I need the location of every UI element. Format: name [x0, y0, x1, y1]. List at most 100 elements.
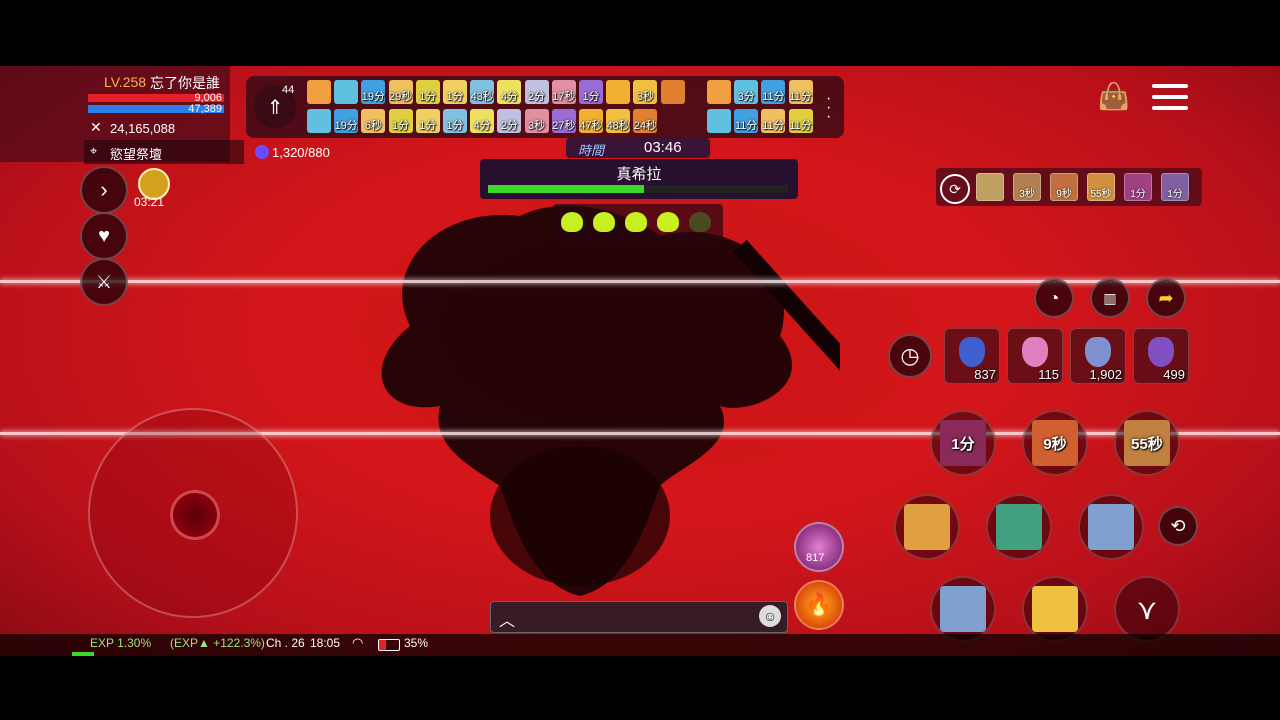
combat-power-icon: ✕	[90, 119, 102, 135]
buff-icon[interactable]	[707, 80, 731, 104]
buff-more-icon[interactable]: · · ·	[826, 91, 831, 125]
buff-icon[interactable]: 19分	[361, 80, 386, 104]
ranking-button[interactable]: ▥	[1090, 278, 1130, 318]
boss-name: 真希拉	[616, 166, 662, 183]
skill-button[interactable]: 9秒	[1022, 410, 1088, 476]
boss-life-skull-icon	[561, 212, 583, 232]
status-effect-icon[interactable]: 1分	[1124, 173, 1152, 201]
status-effect-icon[interactable]	[976, 173, 1004, 201]
emoji-icon[interactable]: ☺	[759, 605, 781, 627]
exp-bar-fill	[72, 652, 94, 656]
buff-icon[interactable]: 47秒	[579, 109, 603, 133]
buff-icon[interactable]: 43秒	[470, 80, 495, 104]
skill-label	[1088, 504, 1134, 550]
speed-gauge-button[interactable]: ◔	[1034, 278, 1074, 318]
buff-icon[interactable]: 2分	[497, 109, 522, 133]
buff-icon[interactable]: 6秒	[361, 109, 386, 133]
skill-label	[1032, 586, 1078, 632]
skill-button[interactable]	[1078, 494, 1144, 560]
buff-icon[interactable]	[606, 80, 631, 104]
buff-icon[interactable]: 2分	[524, 80, 549, 104]
status-effect-icon[interactable]: 9秒	[1050, 173, 1078, 201]
boss-hp-fill	[488, 185, 644, 193]
skill-label: 1分	[940, 420, 986, 466]
channel-text: Ch . 26	[266, 636, 305, 650]
boss-life-skull-icon	[593, 212, 615, 232]
buff-icon[interactable]: 11分	[761, 109, 786, 133]
battery-text: 35%	[404, 636, 429, 650]
buff-icon[interactable]: 1分	[415, 109, 440, 133]
settings-toggle-icon[interactable]: ⟳	[940, 174, 970, 204]
buff-icon[interactable]	[707, 109, 731, 133]
joystick-knob[interactable]	[170, 490, 220, 540]
wifi-icon: ◠	[352, 635, 364, 650]
buff-icon[interactable]	[307, 80, 331, 104]
boss-life-skull-icon	[657, 212, 679, 232]
buff-icon[interactable]	[334, 80, 359, 104]
skill-button[interactable]: 55秒	[1114, 410, 1180, 476]
status-effect-icon[interactable]: 1分	[1161, 173, 1189, 201]
skill-label: 55秒	[1124, 420, 1170, 466]
location-bar: ⌖ 慾望祭壇	[84, 140, 244, 164]
status-effect-icon[interactable]: 55秒	[1087, 173, 1115, 201]
virtual-joystick[interactable]	[88, 408, 298, 618]
skill-button[interactable]	[894, 494, 960, 560]
boss-silhouette	[381, 205, 840, 596]
main-menu-icon[interactable]	[1152, 82, 1188, 112]
boss-timer-label: 時間	[578, 143, 605, 158]
buff-icon[interactable]: 11分	[761, 80, 786, 104]
buff-icon[interactable]	[660, 80, 685, 104]
fire-skill-button[interactable]: 🔥	[794, 580, 844, 630]
cash-shop-icon[interactable]: 👜	[1096, 78, 1132, 114]
buff-icon[interactable]: 3分	[734, 80, 759, 104]
boss-lives-panel	[553, 204, 723, 242]
buff-icon[interactable]: 4分	[497, 80, 522, 104]
auto-battle-button[interactable]: ⚔	[80, 258, 128, 306]
buff-icon[interactable]: 3秒	[633, 80, 658, 104]
buff-icon[interactable]: 1分	[443, 80, 467, 104]
skill-button[interactable]: 1分	[930, 410, 996, 476]
buff-icon[interactable]: 1分	[388, 109, 413, 133]
buff-icon[interactable]: 27秒	[551, 109, 576, 133]
potion-elixir-icon[interactable]: 499	[1133, 328, 1189, 384]
skill-button[interactable]	[986, 494, 1052, 560]
swap-skill-icon[interactable]: ⟲	[1158, 506, 1198, 546]
quick-slot-button[interactable]	[794, 522, 844, 572]
quick-slot-count: 817	[806, 552, 825, 564]
buff-icon[interactable]: 1分	[579, 80, 603, 104]
expand-menu-button[interactable]: ›	[80, 166, 128, 214]
buff-icon[interactable]: 1分	[443, 109, 467, 133]
buff-icon[interactable]: 1分	[415, 80, 440, 104]
buff-icon[interactable]	[307, 109, 331, 133]
mp-value: 47,389	[188, 103, 222, 115]
skill-button[interactable]	[1022, 576, 1088, 642]
potion-pink-icon[interactable]: 115	[1007, 328, 1063, 384]
currency-gem-icon	[255, 145, 269, 159]
chat-expand-icon[interactable]: ︿	[499, 607, 515, 631]
potion-count: 115	[1038, 367, 1059, 382]
buff-icon[interactable]: 29秒	[388, 80, 413, 104]
chat-bar[interactable]: ︿ ☺	[490, 601, 788, 633]
skill-button[interactable]	[930, 576, 996, 642]
location-pin-icon: ⌖	[90, 143, 98, 158]
share-button[interactable]: ➦	[1146, 278, 1186, 318]
broken-heart-button[interactable]: ♥	[80, 212, 128, 260]
buff-icon[interactable]: 11分	[734, 109, 759, 133]
event-timer: 03:21	[134, 195, 165, 209]
buff-icon[interactable]: 48秒	[606, 109, 631, 133]
buff-icon[interactable]: 4分	[470, 109, 495, 133]
cooldown-clock-button[interactable]: ◷	[888, 334, 932, 378]
buff-icon[interactable]: 11分	[788, 80, 813, 104]
buff-icon[interactable]: 19分	[334, 109, 359, 133]
right-status-panel: ⟳ 3秒 9秒 55秒 1分 1分	[936, 168, 1202, 206]
potion-purple-icon[interactable]: 1,902	[1070, 328, 1126, 384]
skill-label	[996, 504, 1042, 550]
buff-icon[interactable]: 11分	[788, 109, 813, 133]
buff-icon[interactable]: 17秒	[551, 80, 576, 104]
status-effect-icon[interactable]: 3秒	[1013, 173, 1041, 201]
buff-icon[interactable]: 3秒	[524, 109, 549, 133]
jump-button[interactable]: ⋎	[1114, 576, 1180, 642]
potion-red-blue-icon[interactable]: 837	[944, 328, 1000, 384]
buff-icon[interactable]: 24秒	[633, 109, 658, 133]
exp-bonus-text: (EXP▲ +122.3%)	[170, 636, 265, 650]
